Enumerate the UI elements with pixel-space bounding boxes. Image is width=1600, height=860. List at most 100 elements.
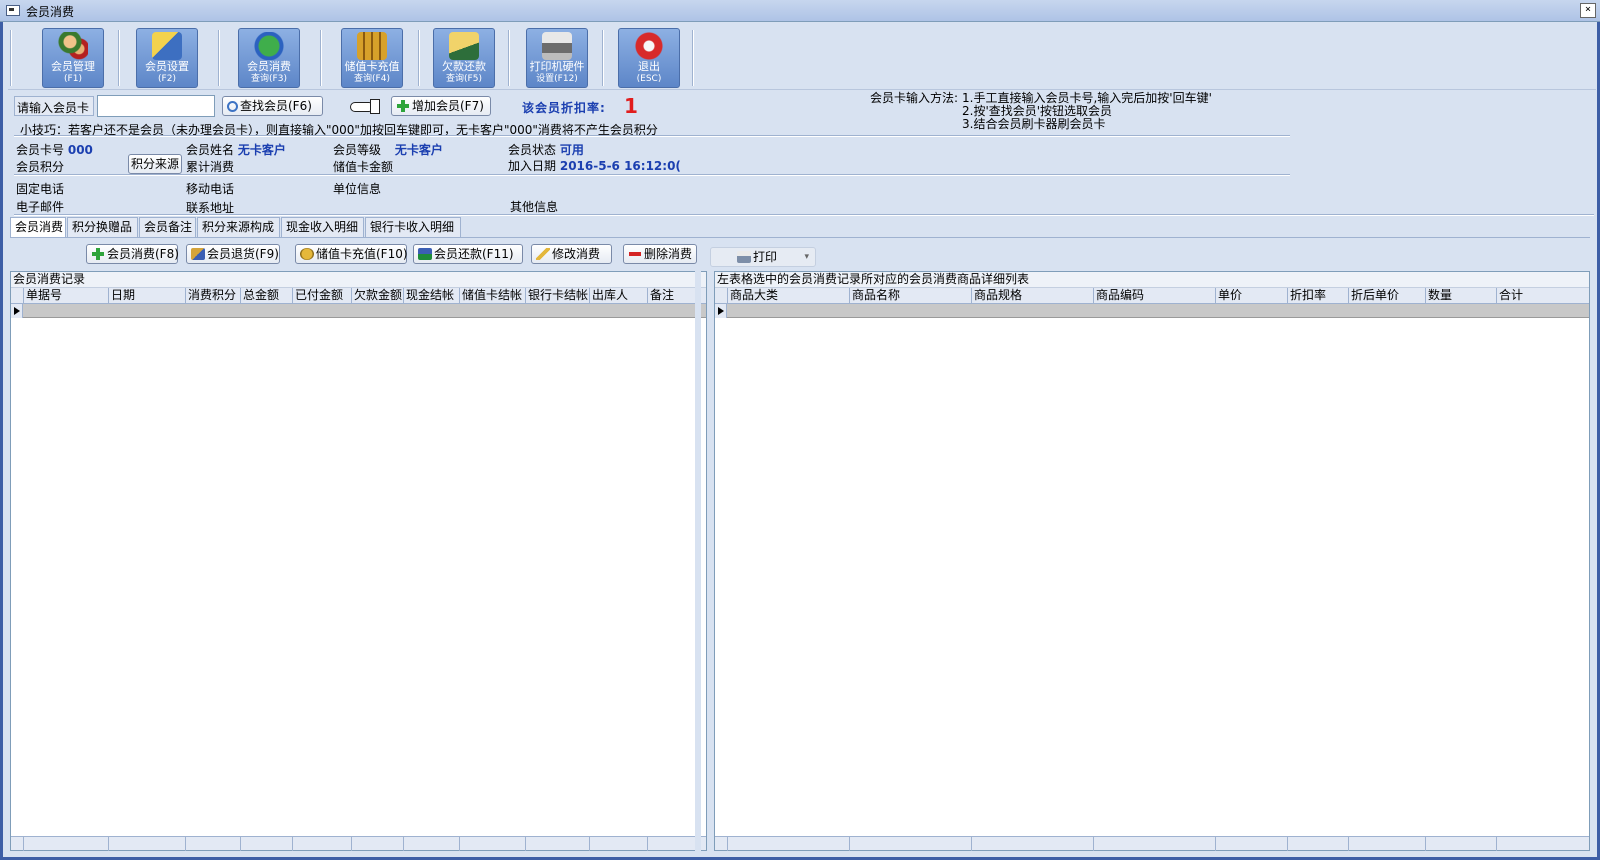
add-member-label: 增加会员(F7) bbox=[412, 99, 484, 113]
member-consume-button[interactable]: 会员消费(F8) bbox=[86, 244, 179, 264]
table-row[interactable] bbox=[11, 304, 706, 318]
member-manage-label: 会员管理 bbox=[51, 60, 95, 73]
footer-cell bbox=[241, 837, 293, 851]
plus-icon bbox=[396, 100, 410, 112]
stored-amount-label: 储值卡金额 bbox=[333, 160, 394, 174]
footer-cell bbox=[526, 837, 590, 851]
tab-member-notes[interactable]: 会员备注 bbox=[139, 217, 196, 237]
recharge-label: 储值卡充值(F10) bbox=[316, 247, 408, 261]
delete-consume-button[interactable]: 删除消费 bbox=[623, 244, 697, 264]
search-icon bbox=[227, 101, 238, 112]
column-header[interactable]: 银行卡结帐 bbox=[526, 288, 590, 304]
exit-shortcut: (ESC) bbox=[636, 74, 662, 84]
member-name-label: 会员姓名 bbox=[186, 143, 235, 157]
member-settings-shortcut: (F2) bbox=[158, 74, 176, 84]
debt-query-button[interactable]: 欠款还款 查询(F5) bbox=[433, 28, 495, 88]
toolbar-separator bbox=[320, 30, 322, 86]
column-header[interactable]: 总金额 bbox=[241, 288, 293, 304]
column-header[interactable]: 折后单价 bbox=[1349, 288, 1426, 304]
divider bbox=[14, 174, 1290, 176]
column-header[interactable]: 折扣率 bbox=[1288, 288, 1349, 304]
column-header[interactable]: 欠款金额 bbox=[352, 288, 404, 304]
window-icon bbox=[6, 5, 20, 16]
member-manage-button[interactable]: 会员管理 (F1) bbox=[42, 28, 104, 88]
table-row[interactable] bbox=[715, 304, 1589, 318]
column-header[interactable]: 数量 bbox=[1426, 288, 1497, 304]
footer-cell bbox=[293, 837, 352, 851]
member-repay-label: 会员还款(F11) bbox=[434, 247, 514, 261]
member-level-field: 会员等级 无卡客户 bbox=[333, 141, 443, 158]
phone-label: 固定电话 bbox=[16, 182, 65, 196]
member-points-label: 会员积分 bbox=[16, 160, 65, 174]
other-info-label: 其他信息 bbox=[510, 200, 559, 214]
column-header[interactable]: 已付金额 bbox=[293, 288, 352, 304]
column-header[interactable]: 消费积分 bbox=[186, 288, 241, 304]
column-header[interactable]: 储值卡结帐 bbox=[460, 288, 526, 304]
column-header[interactable]: 现金结帐 bbox=[404, 288, 460, 304]
column-header[interactable]: 合计 bbox=[1497, 288, 1589, 304]
tab-bankcard-income[interactable]: 银行卡收入明细 bbox=[365, 217, 461, 237]
chevron-down-icon[interactable]: ▾ bbox=[804, 248, 809, 266]
column-header[interactable]: 商品名称 bbox=[850, 288, 972, 304]
plus-icon bbox=[91, 248, 105, 260]
column-header[interactable]: 商品规格 bbox=[972, 288, 1094, 304]
edit-consume-button[interactable]: 修改消费 bbox=[531, 244, 612, 264]
coins-icon bbox=[357, 32, 387, 60]
consume-query-button[interactable]: 会员消费 查询(F3) bbox=[238, 28, 300, 88]
toolbar-separator bbox=[418, 30, 420, 86]
add-member-button[interactable]: 增加会员(F7) bbox=[391, 96, 491, 116]
exit-button[interactable]: 退出 (ESC) bbox=[618, 28, 680, 88]
join-date-value: 2016-5-6 16:12:0( bbox=[559, 159, 681, 173]
printer-settings-button[interactable]: 打印机硬件 设置(F12) bbox=[526, 28, 588, 88]
column-header[interactable]: 商品编码 bbox=[1094, 288, 1216, 304]
member-return-button[interactable]: 会员退货(F9) bbox=[186, 244, 280, 264]
mobile-label: 移动电话 bbox=[186, 182, 235, 196]
debt-query-shortcut: 查询(F5) bbox=[446, 74, 482, 84]
column-header[interactable]: 单据号 bbox=[24, 288, 109, 304]
toolbar-separator bbox=[118, 30, 120, 86]
footer-cell bbox=[186, 837, 241, 851]
member-settings-button[interactable]: 会员设置 (F2) bbox=[136, 28, 198, 88]
tab-points-gift[interactable]: 积分换赠品 bbox=[67, 217, 138, 237]
panel-splitter[interactable] bbox=[695, 271, 701, 851]
column-header[interactable]: 出库人 bbox=[590, 288, 648, 304]
printer-settings-label: 打印机硬件 bbox=[529, 60, 585, 73]
footer-cell bbox=[24, 837, 109, 851]
column-header[interactable]: 商品大类 bbox=[728, 288, 850, 304]
divider bbox=[14, 214, 1594, 216]
footer-cell bbox=[1288, 837, 1349, 851]
tab-cash-income[interactable]: 现金收入明细 bbox=[281, 217, 364, 237]
tab-member-consume[interactable]: 会员消费 bbox=[10, 217, 66, 238]
footer-cell bbox=[728, 837, 850, 851]
column-header[interactable]: 单价 bbox=[1216, 288, 1288, 304]
find-member-button[interactable]: 查找会员(F6) bbox=[222, 96, 323, 116]
consume-records-panel: 会员消费记录 单据号 日期 消费积分 总金额 已付金额 欠款金额 现金结帐 储值… bbox=[10, 271, 707, 851]
row-selector-arrow-icon[interactable] bbox=[715, 304, 727, 318]
debt-icon bbox=[449, 32, 479, 60]
printer-icon bbox=[737, 251, 751, 263]
consume-detail-panel: 左表格选中的会员消费记录所对应的会员消费商品详细列表 商品大类 商品名称 商品规… bbox=[714, 271, 1590, 851]
main-toolbar: 会员管理 (F1) 会员设置 (F2) 会员消费 查询(F3) 储值卡充值 查询… bbox=[8, 26, 1596, 90]
member-repay-button[interactable]: 会员还款(F11) bbox=[413, 244, 523, 264]
footer-cell bbox=[590, 837, 648, 851]
member-level-value: 无卡客户 bbox=[394, 143, 443, 157]
row-selector-arrow-icon[interactable] bbox=[11, 304, 23, 318]
column-header[interactable]: 日期 bbox=[109, 288, 186, 304]
minus-icon bbox=[628, 248, 642, 260]
card-number-input[interactable] bbox=[97, 95, 215, 117]
row-header-corner bbox=[715, 288, 728, 304]
method-line-3: 3.结合会员刷卡器刷会员卡 bbox=[962, 117, 1106, 131]
close-icon[interactable]: × bbox=[1580, 3, 1596, 18]
toolbar-separator bbox=[10, 30, 12, 86]
pencil-icon bbox=[536, 248, 550, 260]
discount-label: 该会员折扣率: bbox=[522, 101, 606, 115]
print-button[interactable]: 打印 ▾ bbox=[710, 247, 816, 267]
points-source-button[interactable]: 积分来源 bbox=[128, 154, 182, 174]
tab-points-source[interactable]: 积分来源构成 bbox=[197, 217, 280, 237]
return-icon bbox=[191, 248, 205, 260]
recharge-query-button[interactable]: 储值卡充值 查询(F4) bbox=[341, 28, 403, 88]
toolbar-separator bbox=[692, 30, 694, 86]
print-label: 打印 bbox=[753, 250, 778, 264]
recharge-button[interactable]: 储值卡充值(F10) bbox=[295, 244, 408, 264]
method-title: 会员卡输入方法: bbox=[870, 91, 959, 105]
